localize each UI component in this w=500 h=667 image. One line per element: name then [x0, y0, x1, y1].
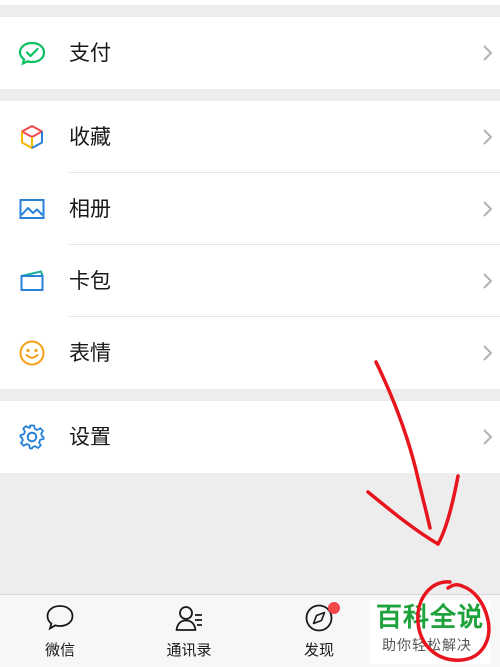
top-card-edge: [0, 0, 500, 5]
menu-item-pay-label: 支付: [69, 41, 111, 65]
chevron-right-icon: [482, 272, 494, 290]
menu-item-pay[interactable]: 支付: [0, 17, 500, 89]
menu-item-card-wallet-label: 卡包: [69, 269, 111, 293]
tab-discover[interactable]: 发现: [269, 595, 369, 667]
menu-item-favorites-label: 收藏: [69, 125, 111, 149]
menu-item-stickers-label: 表情: [69, 341, 111, 365]
menu-item-album[interactable]: 相册: [0, 173, 500, 245]
chevron-right-icon: [482, 128, 494, 146]
watermark-logo: 百科全说 助你轻松解决: [370, 600, 490, 664]
tab-discover-label: 发现: [303, 641, 334, 659]
tab-contacts[interactable]: 通讯录: [139, 595, 239, 667]
card-wallet-icon: [18, 267, 46, 295]
menu-item-favorites[interactable]: 收藏: [0, 101, 500, 173]
new-badge-dot: [328, 602, 340, 614]
favorites-icon: [18, 123, 46, 151]
pay-icon: [18, 39, 46, 67]
menu-item-album-label: 相册: [69, 197, 111, 221]
contacts-icon: [174, 603, 204, 633]
chevron-right-icon: [482, 44, 494, 62]
menu-item-settings[interactable]: 设置: [0, 401, 500, 473]
chevron-right-icon: [482, 200, 494, 218]
menu-item-card-wallet[interactable]: 卡包: [0, 245, 500, 317]
watermark-title: 百科全说: [376, 603, 485, 633]
settings-icon: [18, 423, 46, 451]
tab-contacts-label: 通讯录: [166, 641, 212, 659]
chevron-right-icon: [482, 344, 494, 362]
watermark-subtitle: 助你轻松解决: [382, 638, 472, 654]
menu-item-stickers[interactable]: 表情: [0, 317, 500, 389]
chevron-right-icon: [482, 428, 494, 446]
album-icon: [18, 195, 46, 223]
sticker-icon: [18, 339, 46, 367]
chat-icon: [45, 603, 75, 633]
tab-chats-label: 微信: [44, 641, 75, 659]
menu-item-settings-label: 设置: [69, 425, 111, 449]
tab-chats[interactable]: 微信: [10, 595, 110, 667]
